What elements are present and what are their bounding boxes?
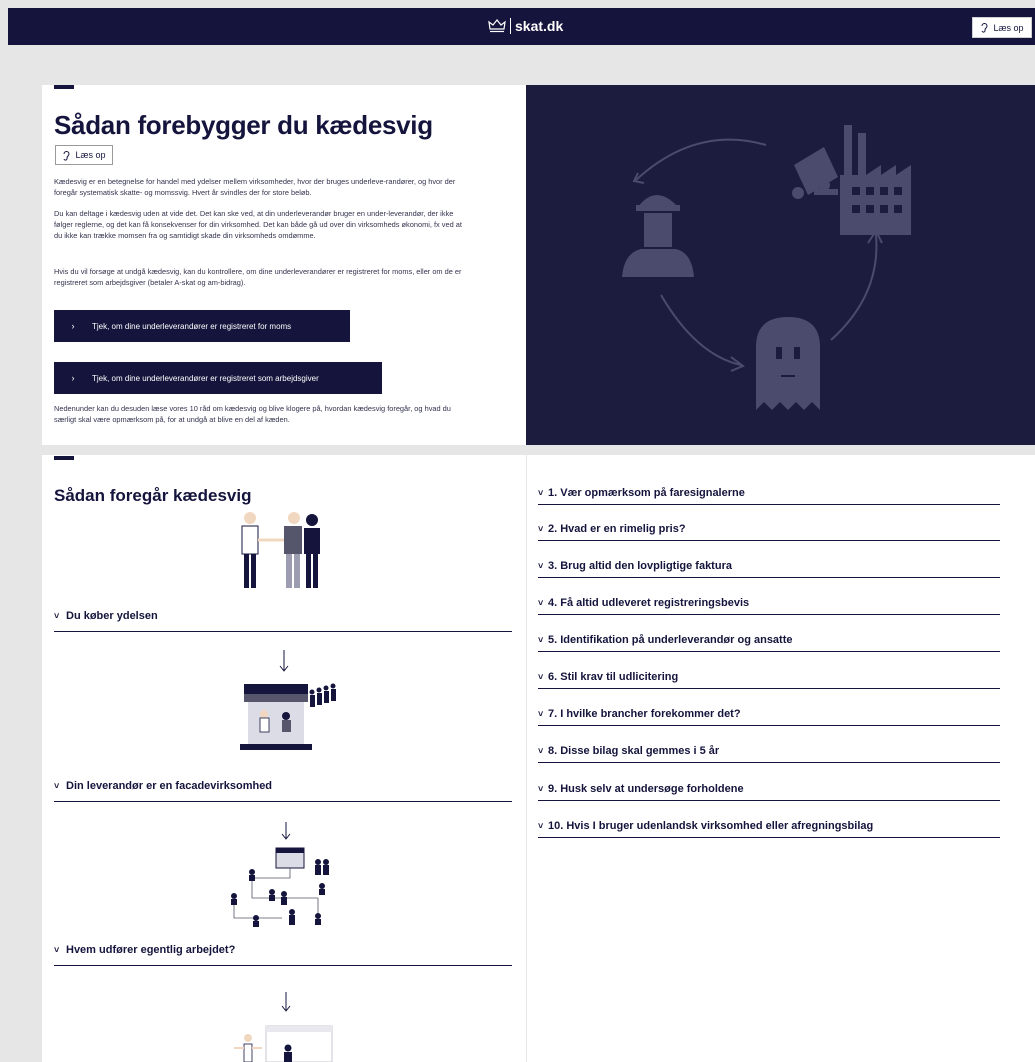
chevron-down-icon: ˅: [538, 746, 544, 756]
real-worker-illustration: [234, 992, 333, 1062]
check-vat-registration-button[interactable]: › Tjek, om dine underleverandører er reg…: [54, 310, 350, 342]
tip-label-3: 3. Brug altid den lovpligtige faktura: [548, 560, 732, 572]
tip-label-8: 8. Disse bilag skal gemmes i 5 år: [548, 745, 720, 757]
worker-figure: [622, 195, 694, 277]
tip-accordion-5[interactable]: ˅ 5. Identifikation på underleverandør o…: [538, 634, 1000, 652]
tip-label-9: 9. Husk selv at undersøge forholdene: [548, 783, 744, 795]
ear-icon: [981, 23, 988, 33]
facade-shop-illustration: [240, 650, 336, 750]
cart-figure: [792, 147, 838, 199]
step-accordion-2[interactable]: ˅ Din leverandør er en facadevirksomhed: [54, 780, 512, 802]
chevron-down-icon: ˅: [54, 945, 60, 955]
intro-paragraph-1: Kædesvig er en betegnelse for handel med…: [54, 177, 456, 197]
tip-accordion-9[interactable]: ˅ 9. Husk selv at undersøge forholdene: [538, 783, 1000, 801]
step-label-2: Din leverandør er en facadevirksomhed: [66, 780, 273, 792]
chevron-down-icon: ˅: [54, 611, 60, 621]
chevron-down-icon: ˅: [538, 524, 544, 534]
chevron-down-icon: ˅: [538, 672, 544, 682]
ear-icon: [63, 150, 70, 161]
top-bar: skat.dk Læs op: [8, 8, 1035, 45]
tip-accordion-1[interactable]: ˅ 1. Vær opmærksom på faresignalerne: [538, 487, 1000, 505]
tip-accordion-8[interactable]: ˅ 8. Disse bilag skal gemmes i 5 år: [538, 745, 1000, 763]
step-accordion-3[interactable]: ˅ Hvem udfører egentlig arbejdet?: [54, 944, 512, 966]
tip-label-2: 2. Hvad er en rimelig pris?: [548, 523, 686, 535]
logo-divider: [510, 18, 511, 34]
read-aloud-button[interactable]: Læs op: [972, 17, 1032, 38]
supplier-network-illustration: [231, 822, 329, 927]
chevron-down-icon: ˅: [538, 488, 544, 498]
tip-label-1: 1. Vær opmærksom på faresignalerne: [548, 487, 745, 499]
intro-paragraph-2: Du kan deltage i kædesvig uden at vide d…: [54, 209, 462, 240]
step-label-1: Du køber ydelsen: [66, 610, 158, 622]
brand-name: skat.dk: [515, 18, 564, 34]
chevron-down-icon: ˅: [538, 561, 544, 571]
chevron-down-icon: ˅: [54, 781, 60, 791]
fraud-cycle-illustration: [622, 125, 911, 410]
chevron-down-icon: ˅: [538, 635, 544, 645]
chevron-down-icon: ˅: [538, 709, 544, 719]
tip-accordion-4[interactable]: ˅ 4. Få altid udleveret registreringsbev…: [538, 597, 1000, 615]
factory-figure: [840, 125, 911, 235]
tip-label-5: 5. Identifikation på underleverandør og …: [548, 634, 793, 646]
tip-label-7: 7. I hvilke brancher forekommer det?: [548, 708, 741, 720]
chevron-down-icon: ˅: [538, 784, 544, 794]
step-label-3: Hvem udfører egentlig arbejdet?: [66, 944, 236, 956]
arrow-curve: [635, 138, 767, 181]
handshake-illustration: [241, 512, 320, 588]
read-aloud-label: Læs op: [993, 22, 1024, 33]
arrow-curve: [830, 234, 878, 341]
intro-paragraph-3: Hvis du vil forsøge at undgå kædesvig, k…: [54, 267, 462, 287]
chevron-down-icon: ˅: [538, 821, 544, 831]
page-title: Sådan forebygger du kædesvig: [54, 110, 433, 140]
arrow-curve: [660, 294, 742, 366]
check-employer-registration-label: Tjek, om dine underleverandører er regis…: [92, 373, 319, 383]
chevron-down-icon: ˅: [538, 598, 544, 608]
section-accent-bar: [54, 85, 74, 89]
chevron-right-icon: ›: [71, 373, 75, 383]
section-accent-bar: [54, 456, 74, 460]
tip-accordion-3[interactable]: ˅ 3. Brug altid den lovpligtige faktura: [538, 560, 1000, 578]
crown-icon: [488, 19, 506, 33]
how-it-works-title: Sådan foregår kædesvig: [54, 486, 252, 505]
ghost-figure: [756, 317, 820, 410]
tip-accordion-7[interactable]: ˅ 7. I hvilke brancher forekommer det?: [538, 708, 1000, 726]
tip-label-4: 4. Få altid udleveret registreringsbevis: [548, 597, 750, 609]
tip-label-6: 6. Stil krav til udlicitering: [548, 671, 679, 683]
step-accordion-1[interactable]: ˅ Du køber ydelsen: [54, 610, 512, 632]
check-vat-registration-label: Tjek, om dine underleverandører er regis…: [92, 321, 292, 331]
chevron-right-icon: ›: [71, 321, 75, 331]
hero-read-aloud-label: Læs op: [75, 150, 106, 160]
tip-accordion-2[interactable]: ˅ 2. Hvad er en rimelig pris?: [538, 523, 1000, 541]
tip-accordion-6[interactable]: ˅ 6. Stil krav til udlicitering: [538, 671, 1000, 689]
hero-read-aloud-button[interactable]: Læs op: [55, 145, 113, 165]
tip-accordion-10[interactable]: ˅ 10. Hvis I bruger udenlandsk virksomhe…: [538, 820, 1000, 838]
hero-illustration: [526, 85, 1035, 445]
check-employer-registration-button[interactable]: › Tjek, om dine underleverandører er reg…: [54, 362, 382, 394]
skat-logo[interactable]: skat.dk: [488, 18, 563, 34]
tip-label-10: 10. Hvis I bruger udenlandsk virksomhed …: [548, 820, 874, 832]
intro-paragraph-4: Nedenunder kan du desuden læse vores 10 …: [54, 404, 451, 424]
